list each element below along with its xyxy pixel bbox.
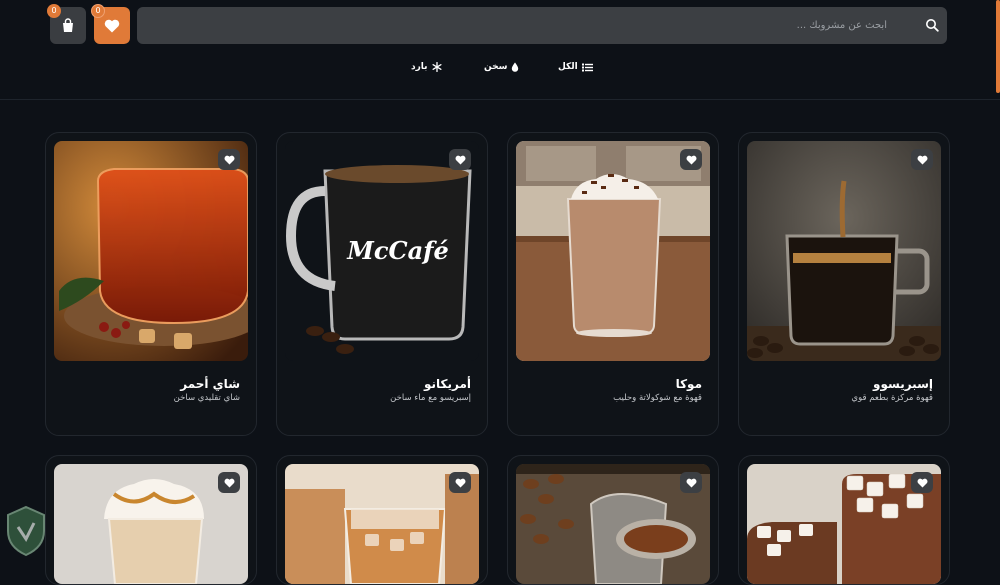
product-card-turkish-coffee[interactable] [507, 455, 719, 585]
favorite-toggle[interactable] [680, 149, 702, 170]
filter-hot[interactable]: سخن [484, 62, 519, 72]
search-icon[interactable] [925, 18, 939, 32]
product-card-red-tea[interactable]: شاي أحمر شاي تقليدي ساخن [45, 132, 257, 436]
shopping-bag-icon [63, 18, 73, 32]
favorite-toggle[interactable] [911, 149, 933, 170]
product-description: شاي تقليدي ساخن [173, 393, 240, 403]
product-title: موكا [675, 377, 702, 391]
heart-icon [224, 155, 234, 164]
heart-icon [917, 155, 927, 164]
heart-icon [686, 478, 696, 487]
search-input[interactable] [137, 7, 917, 44]
product-card-hot-chocolate[interactable] [738, 455, 950, 585]
product-title: شاي أحمر [180, 377, 240, 391]
mug-logo-text: McCafé [346, 236, 448, 265]
product-description: إسبريسو مع ماء ساخن [390, 393, 471, 403]
americano-image: McCafé [285, 141, 479, 361]
product-card-caramel-frappe[interactable] [45, 455, 257, 585]
product-title: إسبريسوو [873, 377, 933, 391]
heart-icon [104, 19, 120, 32]
favorite-toggle[interactable] [218, 472, 240, 493]
drop-icon [512, 62, 519, 72]
product-description: قهوة مع شوكولاتة وحليب [613, 393, 702, 403]
watermark-shield-logo [7, 505, 45, 557]
favorite-toggle[interactable] [680, 472, 702, 493]
product-description: قهوة مركزة بطعم قوي [851, 393, 933, 403]
espresso-image [747, 141, 941, 361]
cart-button[interactable]: 0 [47, 4, 86, 44]
product-title: أمريكانو [423, 377, 471, 391]
favorites-button[interactable]: 0 [91, 4, 130, 44]
heart-icon [686, 155, 696, 164]
favorite-toggle[interactable] [449, 472, 471, 493]
filter-all[interactable]: الكل [558, 62, 593, 72]
heart-icon [224, 478, 234, 487]
heart-icon [917, 478, 927, 487]
favorite-toggle[interactable] [218, 149, 240, 170]
top-bar: 0 0 الكل سخن [0, 0, 1000, 100]
favorite-toggle[interactable] [449, 149, 471, 170]
filter-all-label: الكل [558, 62, 578, 72]
page-scrollbar[interactable] [996, 0, 1000, 93]
mocha-image [516, 141, 710, 361]
product-card-espresso[interactable]: إسبريسوو قهوة مركزة بطعم قوي [738, 132, 950, 436]
list-icon [581, 63, 593, 71]
favorites-count-badge: 0 [91, 4, 105, 18]
heart-icon [455, 478, 465, 487]
heart-icon [455, 155, 465, 164]
favorite-toggle[interactable] [911, 472, 933, 493]
product-card-iced-coffee[interactable] [276, 455, 488, 585]
snowflake-icon [432, 62, 442, 72]
product-card-mocha[interactable]: موكا قهوة مع شوكولاتة وحليب [507, 132, 719, 436]
filter-hot-label: سخن [484, 62, 508, 72]
category-filters: الكل سخن بارد [0, 62, 1000, 78]
filter-cold[interactable]: بارد [411, 62, 442, 72]
search-bar [137, 7, 947, 44]
product-card-americano[interactable]: McCafé أمريكانو إسبريسو مع ماء ساخن [276, 132, 488, 436]
cart-count-badge: 0 [47, 4, 61, 18]
red-tea-image [54, 141, 248, 361]
filter-cold-label: بارد [411, 62, 428, 72]
